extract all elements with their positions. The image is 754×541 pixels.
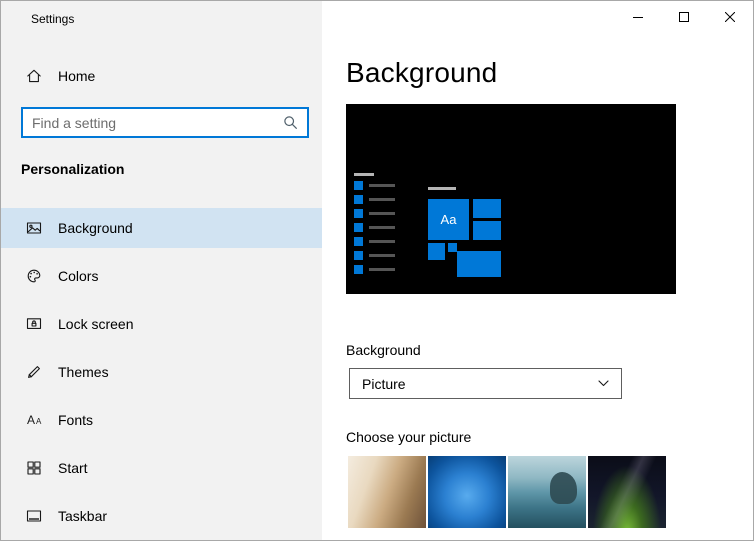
preview-app-row: [354, 265, 395, 274]
themes-icon: [28, 366, 40, 378]
window-title: Settings: [31, 12, 75, 26]
picture-thumbnails: [348, 456, 666, 528]
preview-list-header: [354, 173, 374, 176]
sidebar: Settings Home Personalization: [1, 1, 322, 540]
preview-app-row: [354, 195, 395, 204]
maximize-button[interactable]: [661, 1, 707, 33]
main-content: Background Aa Background Picture Choose …: [322, 1, 753, 540]
preview-start-tile: Aa: [428, 199, 469, 240]
home-icon: [27, 69, 41, 83]
start-icon: [27, 461, 41, 475]
picture-thumbnail-night-sky[interactable]: [588, 456, 666, 528]
minimize-icon: [633, 17, 643, 18]
window-controls: [615, 1, 753, 33]
picture-thumbnail-seaside-rocks[interactable]: [508, 456, 586, 528]
preview-tile: [473, 221, 501, 240]
sidebar-item-colors[interactable]: Colors: [1, 256, 322, 296]
sidebar-item-label: Start: [58, 460, 88, 476]
lock-screen-icon: [26, 318, 42, 329]
background-icon: [26, 222, 42, 234]
preview-tile: [457, 251, 501, 277]
sidebar-item-fonts[interactable]: A A Fonts: [1, 400, 322, 440]
background-preview: Aa: [346, 104, 676, 294]
choose-picture-label: Choose your picture: [346, 429, 472, 445]
sidebar-item-label: Background: [58, 220, 133, 236]
preview-app-row: [354, 251, 395, 260]
search-input[interactable]: [23, 109, 283, 136]
page-title: Background: [346, 57, 498, 88]
background-type-label: Background: [346, 342, 421, 358]
sidebar-item-taskbar[interactable]: Taskbar: [1, 496, 322, 536]
fonts-icon: A A: [27, 413, 42, 427]
sidebar-item-home[interactable]: Home: [1, 58, 322, 94]
sidebar-item-lock-screen[interactable]: Lock screen: [1, 304, 322, 344]
picture-thumbnail-warm-interior[interactable]: [348, 456, 426, 528]
sidebar-item-label: Fonts: [58, 412, 94, 428]
taskbar-icon: [26, 510, 42, 522]
dropdown-value: Picture: [362, 375, 406, 392]
sidebar-item-start[interactable]: Start: [1, 448, 322, 488]
picture-thumbnail-windows-default[interactable]: [428, 456, 506, 528]
preview-app-row: [354, 237, 395, 246]
minimize-button[interactable]: [615, 1, 661, 33]
settings-window: Settings Home Personalization: [0, 0, 754, 541]
svg-text:A: A: [27, 413, 35, 427]
maximize-icon: [679, 12, 689, 22]
sidebar-home-label: Home: [58, 68, 96, 84]
preview-tile: [473, 199, 501, 218]
chevron-down-icon: [598, 380, 609, 387]
colors-icon: [27, 269, 41, 283]
svg-text:A: A: [36, 417, 42, 426]
preview-tile-header: [428, 187, 456, 190]
preview-tile: [428, 243, 445, 260]
sidebar-item-label: Themes: [58, 364, 109, 380]
sidebar-item-background[interactable]: Background: [1, 208, 322, 248]
sidebar-section-heading: Personalization: [21, 161, 125, 177]
search-icon[interactable]: [283, 115, 298, 130]
background-type-dropdown[interactable]: Picture: [349, 368, 622, 399]
sidebar-item-themes[interactable]: Themes: [1, 352, 322, 392]
sidebar-item-label: Lock screen: [58, 316, 134, 332]
close-icon: [725, 12, 735, 22]
preview-app-row: [354, 223, 395, 232]
preview-app-row: [354, 181, 395, 190]
sidebar-item-label: Colors: [58, 268, 99, 284]
search-box: [21, 107, 309, 138]
preview-app-row: [354, 209, 395, 218]
preview-tile: [448, 243, 457, 252]
close-button[interactable]: [707, 1, 753, 33]
sidebar-item-label: Taskbar: [58, 508, 108, 524]
